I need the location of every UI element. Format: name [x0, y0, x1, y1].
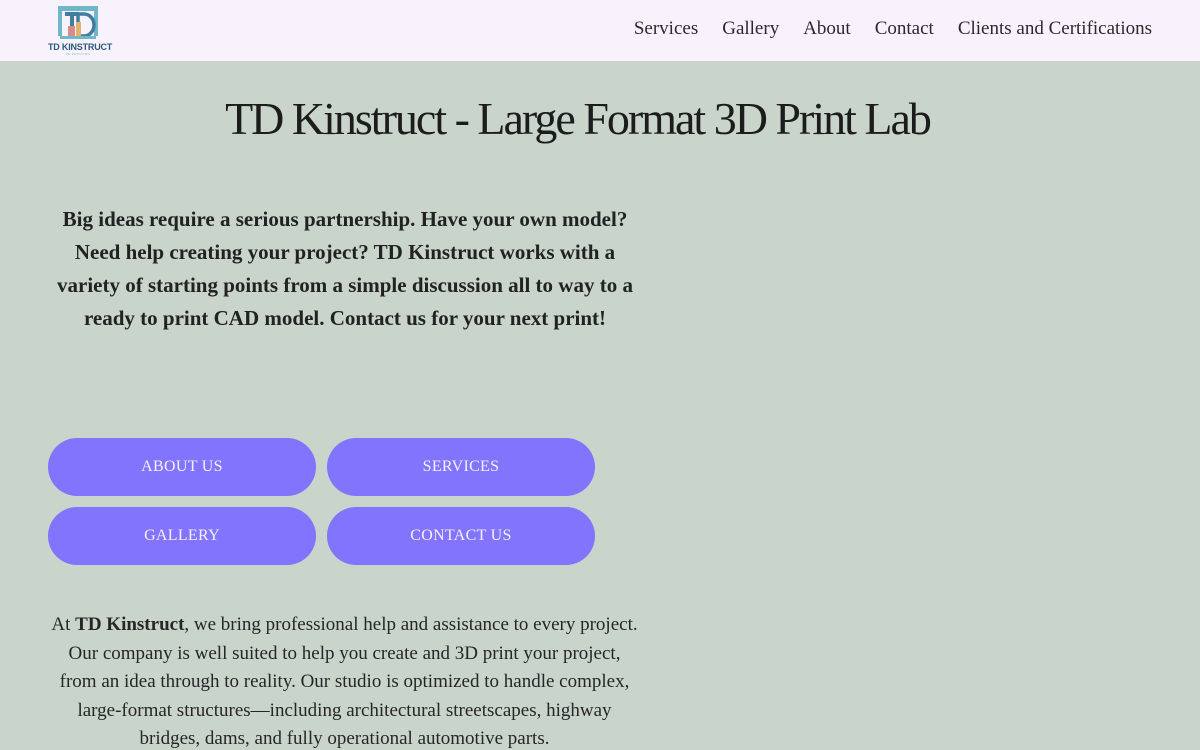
body-prefix: At	[51, 614, 76, 635]
intro-text: Big ideas require a serious partnership.…	[57, 207, 633, 330]
logo-tagline: 3D PRINTING	[65, 52, 91, 56]
nav-link-contact[interactable]: Contact	[875, 18, 934, 40]
logo-icon	[58, 6, 98, 39]
nav-link-gallery[interactable]: Gallery	[722, 18, 779, 40]
nav-link-clients-certifications[interactable]: Clients and Certifications	[958, 18, 1152, 40]
site-header: TD KINSTRUCT 3D PRINTING Services Galler…	[0, 0, 1200, 61]
contact-us-button[interactable]: CONTACT US	[327, 507, 595, 565]
brand-name: TD Kinstruct	[75, 614, 185, 635]
page-title: TD Kinstruct - Large Format 3D Print Lab	[225, 93, 932, 144]
logo[interactable]: TD KINSTRUCT 3D PRINTING	[48, 4, 113, 56]
about-paragraph: At TD Kinstruct, we bring professional h…	[48, 611, 641, 750]
gallery-button[interactable]: GALLERY	[48, 507, 316, 565]
nav-link-about[interactable]: About	[803, 18, 851, 40]
logo-text: TD KINSTRUCT	[48, 42, 113, 52]
nav-link-services[interactable]: Services	[634, 18, 698, 40]
main-nav: Services Gallery About Contact Clients a…	[634, 18, 1152, 40]
about-us-button[interactable]: ABOUT US	[48, 438, 316, 496]
services-button[interactable]: SERVICES	[327, 438, 595, 496]
